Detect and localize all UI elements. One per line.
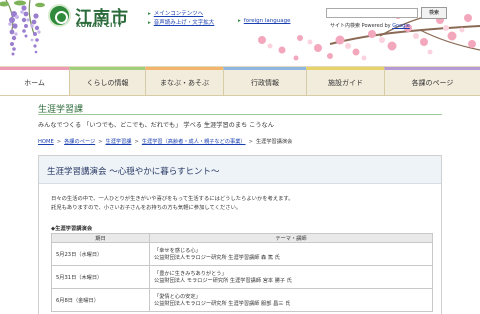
breadcrumb-lifelong-learning[interactable]: 生涯学習課 xyxy=(106,139,132,145)
nav-living[interactable]: くらしの情報 xyxy=(69,67,145,95)
date-column-header: 期日 xyxy=(51,233,150,243)
table-row: 6月8日（金曜日） 「愛情と心の安定」 公益財団法人モラロジー研究所 生涯学習講師… xyxy=(51,288,433,312)
breadcrumb-departments[interactable]: 各課のページ xyxy=(64,139,95,145)
powered-by-google: サイト内検索 Powered by Google xyxy=(330,22,410,29)
title-divider xyxy=(38,114,442,115)
lecture-speaker: 公益財団法人モラロジー研究所 生涯学習講師 服部 昌三 氏 xyxy=(154,301,291,307)
global-nav: ホーム くらしの情報 まなぶ・あそぶ 行政情報 施設ガイド 各課のページ xyxy=(0,66,480,96)
table-header-row: 期日 テーマ・講師 xyxy=(51,233,433,243)
arrow-right-icon: ▸ xyxy=(148,11,151,17)
topic-column-header: テーマ・講師 xyxy=(149,233,433,243)
table-row: 5月31日（木曜日） 「豊かに生きみちありがとう」 公益財団法人 モラロジー研究所… xyxy=(51,265,433,289)
lecture-schedule-table: 期日 テーマ・講師 5月23日（水曜日） 「幸せを感じる心」 公益財団法人モラロジ… xyxy=(51,233,433,312)
nav-home-label: ホーム xyxy=(24,78,45,87)
wisteria-illustration xyxy=(0,0,45,56)
breadcrumb-separator: > xyxy=(134,139,139,145)
schedule-section-label: ◆生涯学習講演会 xyxy=(51,226,93,232)
arrow-right-icon: ▸ xyxy=(148,20,151,26)
foreign-language-link[interactable]: ▸ foreign language xyxy=(238,18,290,24)
lecture-date: 6月8日（金曜日） xyxy=(51,288,150,312)
nav-administration[interactable]: 行政情報 xyxy=(223,67,306,95)
nav-departments-label: 各課のページ xyxy=(411,78,454,87)
powered-by-label: Powered by xyxy=(361,23,391,29)
lecture-details: 「豊かに生きみちありがとう」 公益財団法人 モラロジー研究所 生涯学習講師 宮本 … xyxy=(149,265,433,289)
site-header: 江南市 KONAN CITY ▸ メインコンテンツへ ▸ 音声読み上げ・文字拡大 ▸… xyxy=(0,0,480,66)
skip-to-main-label: メインコンテンツへ xyxy=(153,11,204,17)
site-name-roman: KONAN CITY xyxy=(76,22,123,29)
lecture-topic: 「幸せを感じる心」 xyxy=(154,248,201,254)
breadcrumb-current: 生涯学習講演会 xyxy=(255,139,293,145)
voice-reader-label: 音声読み上げ・文字拡大 xyxy=(153,20,215,26)
event-intro-text: 日々の生活の中で、一人ひとりが生きがいや喜びをもって生活するにはどうしたらよいか… xyxy=(51,196,294,202)
department-tagline: みんなでつくる 「いつでも、どこでも、だれでも」 学べる 生涯学習のまち こうな… xyxy=(38,122,274,129)
foreign-language-label: foreign language xyxy=(243,18,291,24)
breadcrumb: HOME > 各課のページ > 生涯学習課 > 生涯学習（高齢者・成人・親子などの事業） > 生… xyxy=(38,138,442,148)
arrow-right-icon: ▸ xyxy=(238,18,241,24)
event-article: 生涯学習講演会 〜心穏やかに暮らすヒント〜 日々の生活の中で、一人ひとりが生きが… xyxy=(38,155,442,314)
nav-learning-label: まなぶ・あそぶ xyxy=(160,78,209,87)
site-search-input[interactable] xyxy=(326,8,418,18)
lecture-details: 「愛情と心の安定」 公益財団法人モラロジー研究所 生涯学習講師 服部 昌三 氏 xyxy=(149,288,433,312)
nav-facilities[interactable]: 施設ガイド xyxy=(306,67,384,95)
google-link[interactable]: Google xyxy=(392,23,410,29)
breadcrumb-programs[interactable]: 生涯学習（高齢者・成人・親子などの事業） xyxy=(142,139,246,145)
breadcrumb-separator: > xyxy=(56,139,62,145)
lecture-date: 5月23日（水曜日） xyxy=(51,242,150,266)
event-childcare-text: 託児もありますので、小さいお子さんをお持ちの方も気軽に参加してください。 xyxy=(51,205,242,211)
skip-to-main-link[interactable]: ▸ メインコンテンツへ xyxy=(148,9,203,17)
nav-living-label: くらしの情報 xyxy=(86,78,129,87)
breadcrumb-separator: > xyxy=(98,139,103,145)
site-search-label: サイト内検索 xyxy=(330,23,361,29)
nav-administration-label: 行政情報 xyxy=(251,78,279,87)
lecture-topic: 「豊かに生きみちありがとう」 xyxy=(154,271,227,277)
lecture-details: 「幸せを感じる心」 公益財団法人モラロジー研究所 生涯学習講師 森 篤 氏 xyxy=(149,242,433,266)
search-button[interactable]: 検索 xyxy=(421,7,447,19)
nav-home[interactable]: ホーム xyxy=(0,67,69,95)
breadcrumb-separator: > xyxy=(248,139,253,145)
nav-learning[interactable]: まなぶ・あそぶ xyxy=(145,67,223,95)
city-emblem-icon[interactable] xyxy=(48,4,71,27)
lecture-date: 5月31日（木曜日） xyxy=(51,265,150,289)
nav-facilities-label: 施設ガイド xyxy=(328,78,363,87)
sakura-illustration xyxy=(258,11,480,61)
voice-reader-link[interactable]: ▸ 音声読み上げ・文字拡大 xyxy=(148,18,214,26)
lecture-topic: 「愛情と心の安定」 xyxy=(154,294,201,300)
nav-departments[interactable]: 各課のページ xyxy=(384,67,480,95)
table-row: 5月23日（水曜日） 「幸せを感じる心」 公益財団法人モラロジー研究所 生涯学習講… xyxy=(51,242,433,266)
event-title: 生涯学習講演会 〜心穏やかに暮らすヒント〜 xyxy=(47,167,220,177)
lecture-speaker: 公益財団法人モラロジー研究所 生涯学習講師 森 篤 氏 xyxy=(154,255,280,261)
lecture-speaker: 公益財団法人 モラロジー研究所 生涯学習講師 宮本 勝子 氏 xyxy=(154,278,292,284)
breadcrumb-home[interactable]: HOME xyxy=(38,139,54,145)
event-title-band: 生涯学習講演会 〜心穏やかに暮らすヒント〜 xyxy=(39,156,441,184)
